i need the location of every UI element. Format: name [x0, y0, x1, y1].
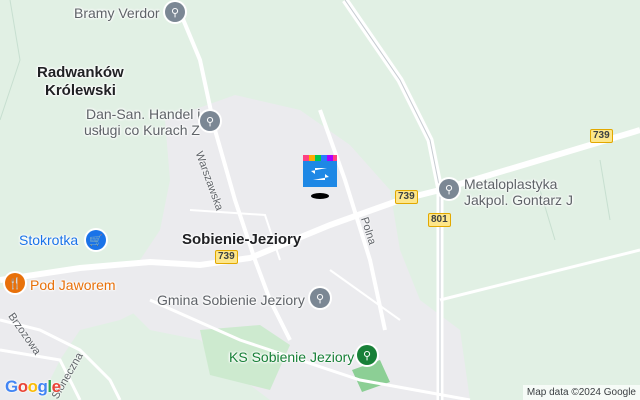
location-marker-icon[interactable] — [303, 155, 337, 201]
trail-1 — [0, 0, 21, 121]
shopping-cart-icon[interactable]: 🛒 — [86, 230, 106, 250]
map-attribution[interactable]: Map data ©2024 Google — [522, 385, 640, 400]
dansan-pin-icon[interactable]: ⚲ — [200, 111, 220, 131]
sobienie-town-label: Sobienie-Jeziory — [182, 231, 302, 248]
bramy-verdor-pin-icon[interactable]: ⚲ — [165, 2, 185, 22]
road-east — [439, 248, 640, 302]
metaloplastyka-label-line2[interactable]: Jakpol. Gontarz J — [464, 192, 573, 208]
dansan-label-line2[interactable]: usługi co Kurach Z — [84, 122, 200, 138]
road-shield-801: 801 — [428, 213, 451, 227]
restaurant-icon[interactable]: 🍴 — [5, 273, 25, 293]
gmina-pin-icon[interactable]: ⚲ — [310, 288, 330, 308]
road-shield-739-east: 739 — [590, 129, 613, 143]
dansan-label-line1[interactable]: Dan-San. Handel i — [86, 106, 200, 122]
radwankow-label-line1: Radwanków — [37, 64, 124, 81]
road-shield-739-center: 739 — [395, 190, 418, 204]
metaloplastyka-label-line1[interactable]: Metaloplastyka — [464, 176, 557, 192]
road-shield-739-west: 739 — [215, 250, 238, 264]
park-pin-icon[interactable]: ⚲ — [357, 345, 377, 365]
bramy-verdor-label[interactable]: Bramy Verdor — [74, 5, 160, 21]
metaloplastyka-pin-icon[interactable]: ⚲ — [439, 179, 459, 199]
map-canvas[interactable]: ⚲ Bramy Verdor Radwanków Królewski Dan-S… — [0, 0, 640, 400]
trail-3 — [599, 159, 611, 221]
radwankow-label-line2: Królewski — [45, 82, 116, 99]
stokrotka-label[interactable]: Stokrotka — [19, 232, 78, 248]
ks-sobienie-label[interactable]: KS Sobienie Jeziory — [229, 349, 354, 365]
google-logo: Google — [5, 377, 61, 396]
gmina-label[interactable]: Gmina Sobienie Jeziory — [157, 292, 305, 308]
pod-jaworem-label[interactable]: Pod Jaworem — [30, 277, 116, 293]
